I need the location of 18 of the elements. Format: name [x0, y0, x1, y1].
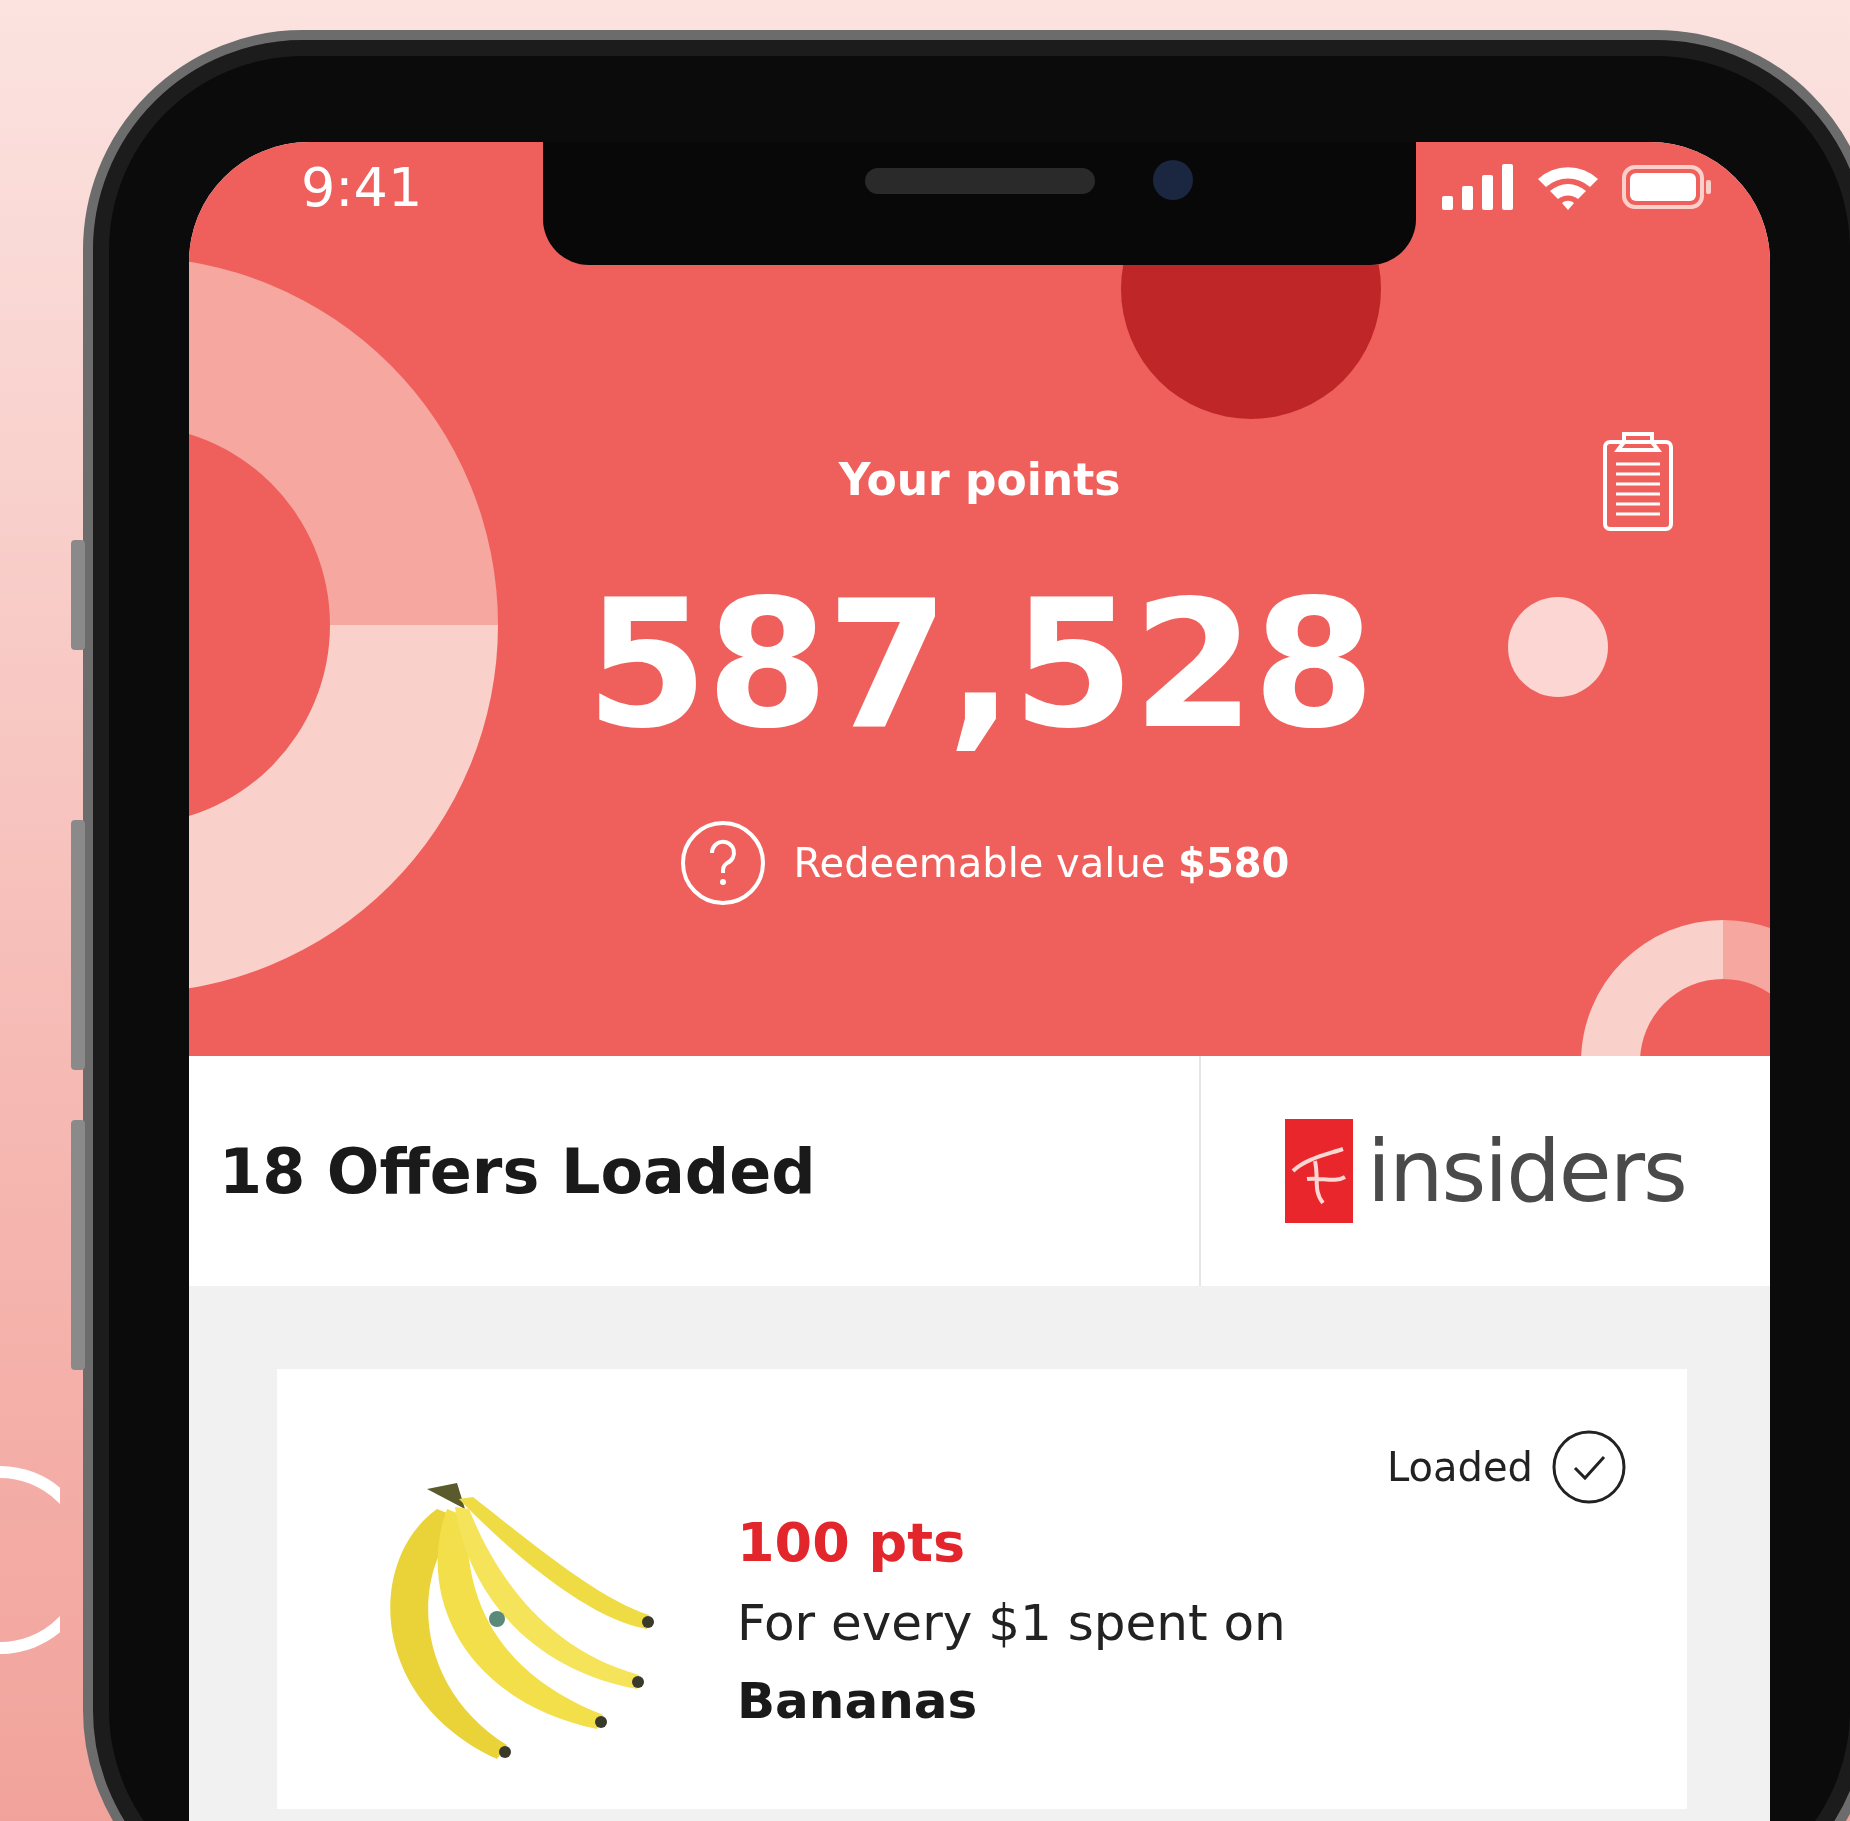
points-label: Your points: [838, 453, 1121, 507]
question-icon[interactable]: [679, 820, 766, 906]
logo-icon: [1285, 1119, 1354, 1223]
offer-product: Bananas: [737, 1672, 979, 1730]
points-value: 587,528: [585, 566, 1374, 766]
redeemable-value: Redeemable value $580: [793, 840, 1290, 886]
offer-description: For every $1 spent on: [737, 1594, 1287, 1652]
offer-status: Loaded: [1387, 1444, 1533, 1490]
clipboard-icon[interactable]: [1602, 430, 1674, 532]
signal-icon: [1442, 164, 1514, 210]
camera-icon: [1153, 160, 1193, 200]
offer-points: 100 pts: [737, 1511, 967, 1574]
offer-card[interactable]: Loaded 100 pts For every $1 spent on Bananas: [277, 1369, 1687, 1809]
check-circle-icon[interactable]: [1551, 1429, 1627, 1505]
status-time: 9:41: [301, 155, 423, 219]
battery-icon: [1622, 165, 1712, 209]
logo-wordmark: insiders: [1367, 1121, 1686, 1221]
offers-count: 18 Offers Loaded: [189, 1056, 1201, 1286]
